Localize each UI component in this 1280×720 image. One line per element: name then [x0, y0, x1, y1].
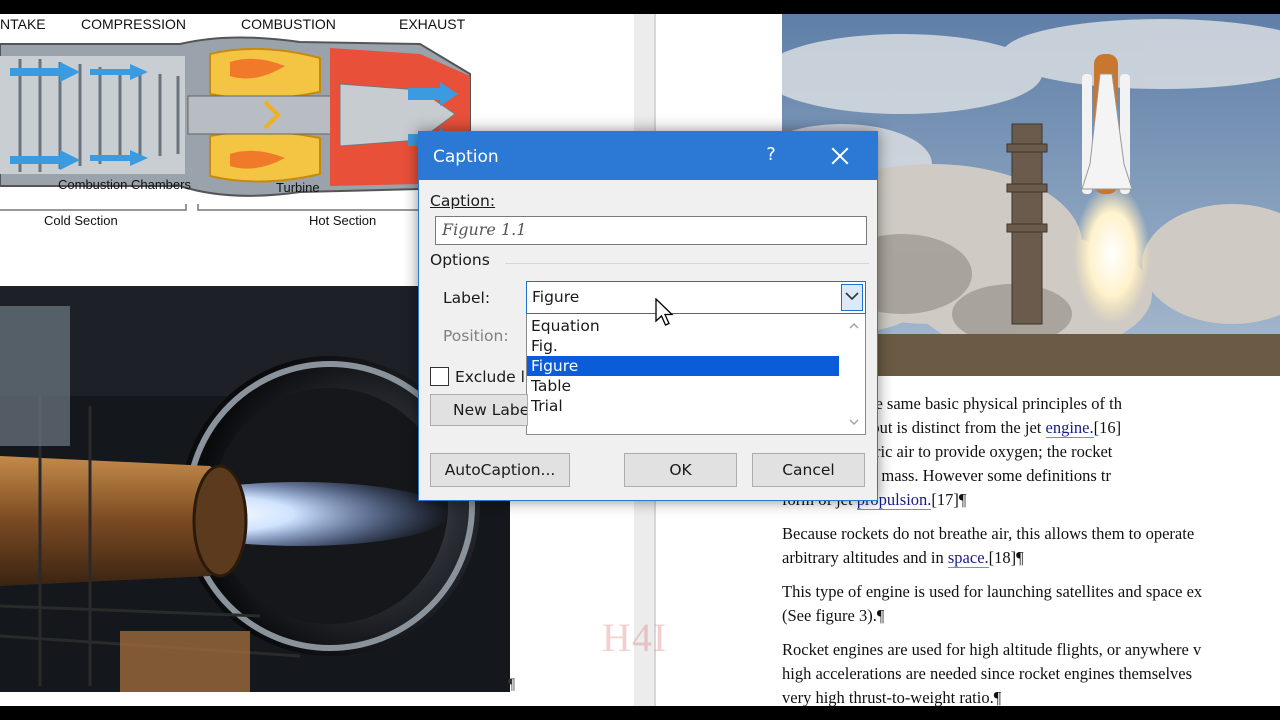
paragraph: This type of engine is used for launchin…	[782, 580, 1280, 628]
text-run: very high thrust-to-weight ratio.¶	[782, 688, 1002, 706]
label-option-figure[interactable]: Figure	[527, 356, 839, 376]
jet-engine-diagram: NTAKE COMPRESSION COMBUSTION EXHAUST Com…	[0, 14, 480, 244]
combustion-chambers-label: Combustion Chambers	[58, 177, 191, 192]
paragraph-mark: ¶	[508, 676, 516, 693]
options-divider	[505, 263, 869, 264]
turbine-label: Turbine	[276, 180, 320, 195]
text-run: Rocket engines are used for high altitud…	[782, 640, 1202, 659]
text-line: very high thrust-to-weight ratio.¶	[782, 686, 1280, 706]
text-line: high accelerations are needed since rock…	[782, 662, 1280, 686]
text-line: This type of engine is used for launchin…	[782, 580, 1280, 604]
combustion-label: COMBUSTION	[241, 16, 336, 32]
ok-button-text: OK	[669, 461, 692, 479]
position-label: Position:	[443, 327, 509, 345]
compression-label: COMPRESSION	[81, 16, 187, 32]
autocaption-button-text: AutoCaption...	[444, 461, 556, 479]
text-run: Because rockets do not breathe air, this…	[782, 524, 1195, 543]
dialog-title: Caption	[433, 147, 499, 167]
caption-dialog: Caption ? Caption: Figure 1.1 Options La…	[418, 131, 878, 501]
reference-text: [16]	[1093, 418, 1122, 437]
reference-text: [17]¶	[931, 490, 967, 509]
exclude-label-text: Exclude l	[455, 368, 525, 386]
help-button[interactable]: ?	[759, 144, 783, 168]
text-run: arbitrary altitudes and in	[782, 548, 948, 567]
label-options-list[interactable]: Equation Fig. Figure Table Trial	[526, 314, 866, 435]
caption-label-text: Caption:	[430, 192, 496, 210]
new-label-button-text: New Label	[453, 401, 528, 419]
exhaust-label: EXHAUST	[399, 16, 466, 32]
hyperlink[interactable]: space.	[947, 548, 989, 568]
cancel-button-text: Cancel	[782, 461, 835, 479]
exclude-label-checkbox[interactable]	[430, 367, 449, 386]
autocaption-button[interactable]: AutoCaption...	[430, 453, 570, 487]
label-option-table[interactable]: Table	[527, 376, 839, 396]
text-line: (See figure 3).¶	[782, 604, 1280, 628]
paragraph: Rocket engines are used for high altitud…	[782, 638, 1280, 706]
mouse-cursor-icon	[655, 298, 674, 326]
jet-engine-illustration	[0, 36, 478, 211]
label-option-fig[interactable]: Fig.	[527, 336, 839, 356]
list-scrollbar[interactable]	[843, 314, 865, 434]
text-run: (See figure 3).¶	[782, 606, 885, 625]
ok-button[interactable]: OK	[624, 453, 737, 487]
cancel-button[interactable]: Cancel	[752, 453, 865, 487]
label-field-label: Label:	[443, 289, 491, 307]
scroll-down-icon[interactable]	[848, 416, 860, 428]
label-dropdown[interactable]: Figure	[526, 281, 866, 314]
label-option-equation[interactable]: Equation	[527, 316, 839, 336]
text-line: arbitrary altitudes and in space.[18]¶	[782, 546, 1280, 570]
chevron-down-icon[interactable]	[841, 284, 863, 311]
options-group-label: Options	[430, 251, 490, 269]
label-dropdown-value: Figure	[532, 288, 580, 306]
caption-input[interactable]: Figure 1.1	[435, 216, 867, 245]
text-run: This type of engine is used for launchin…	[782, 582, 1203, 601]
caption-label: Caption:	[430, 192, 495, 210]
new-label-button[interactable]: New Label	[430, 394, 528, 426]
hyperlink[interactable]: engine.	[1045, 418, 1094, 438]
cold-section-label: Cold Section	[44, 213, 118, 228]
label-option-trial[interactable]: Trial	[527, 396, 839, 416]
hot-section-label: Hot Section	[309, 213, 377, 228]
text-run: high accelerations are needed since rock…	[782, 664, 1193, 683]
watermark-logo: H4I	[602, 615, 668, 660]
text-line: Because rockets do not breathe air, this…	[782, 522, 1280, 546]
reference-text: [18]¶	[988, 548, 1024, 567]
dialog-titlebar[interactable]: Caption ?	[419, 132, 877, 180]
paragraph: Because rockets do not breathe air, this…	[782, 522, 1280, 570]
text-line: Rocket engines are used for high altitud…	[782, 638, 1280, 662]
scroll-up-icon[interactable]	[848, 320, 860, 332]
close-icon[interactable]	[825, 142, 855, 170]
intake-label: NTAKE	[0, 16, 46, 32]
